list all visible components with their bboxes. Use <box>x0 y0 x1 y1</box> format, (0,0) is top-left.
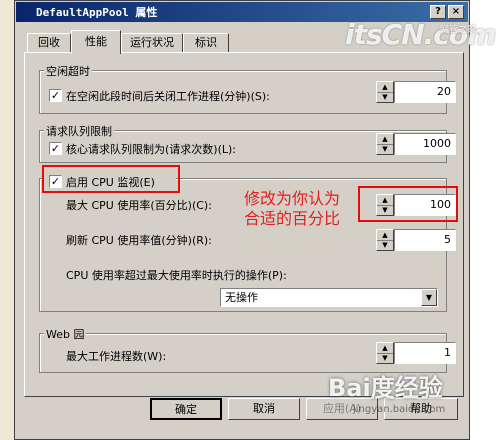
cancel-button[interactable]: 取消 <box>228 398 300 420</box>
help-button[interactable]: ? <box>430 5 446 19</box>
ok-button[interactable]: 确定 <box>150 398 222 420</box>
spinner-down-icon[interactable]: ▼ <box>377 240 393 250</box>
cpu-action-select[interactable]: 无操作 ▼ <box>220 288 438 307</box>
watermark-baidu: Bai度经验 <box>328 374 443 402</box>
spinner-down-icon[interactable]: ▼ <box>377 92 393 102</box>
idle-timeout-input[interactable]: 20 <box>394 81 456 103</box>
idle-timeout-group-label: 空闲超时 <box>44 63 92 79</box>
max-worker-processes-spinner[interactable]: ▲ ▼ <box>376 342 394 364</box>
spinner-down-icon[interactable]: ▼ <box>377 144 393 154</box>
cpu-action-label: CPU 使用率超过最大使用率时执行的操作(P): <box>66 269 287 282</box>
max-worker-processes-label: 最大工作进程数(W): <box>66 350 167 363</box>
cpu-action-value: 无操作 <box>225 291 258 304</box>
annotation-line-1: 修改为你认为 <box>244 189 341 208</box>
max-cpu-label: 最大 CPU 使用率(百分比)(C): <box>66 199 212 212</box>
watermark-site-sub: 网管之家 <box>440 25 477 35</box>
chevron-down-icon[interactable]: ▼ <box>421 289 437 306</box>
close-button[interactable]: × <box>448 5 464 19</box>
tab-identity[interactable]: 标识 <box>183 33 229 53</box>
web-garden-group-label: Web 园 <box>44 326 87 342</box>
refresh-cpu-label: 刷新 CPU 使用率值(分钟)(R): <box>66 234 212 247</box>
request-queue-checkbox[interactable]: ✓ <box>49 142 62 155</box>
request-queue-group-label: 请求队列限制 <box>44 123 114 139</box>
refresh-cpu-spinner[interactable]: ▲ ▼ <box>376 229 394 251</box>
desktop-background-right <box>468 0 500 440</box>
annotation-text: 修改为你认为 合适的百分比 <box>244 189 364 229</box>
window-title: DefaultAppPool 属性 <box>36 6 158 19</box>
request-queue-input[interactable]: 1000 <box>394 133 456 155</box>
annotation-line-2: 合适的百分比 <box>244 209 341 228</box>
tab-performance[interactable]: 性能 <box>71 30 121 54</box>
watermark-url: jingyan.baidu.com <box>353 404 446 415</box>
idle-timeout-label: 在空闲此段时间后关闭工作进程(分钟)(S): <box>66 90 270 103</box>
refresh-cpu-input[interactable]: 5 <box>394 229 456 251</box>
max-worker-processes-input[interactable]: 1 <box>394 342 456 364</box>
request-queue-label: 核心请求队列限制为(请求次数)(L): <box>66 143 236 156</box>
tab-recycle[interactable]: 回收 <box>27 33 71 53</box>
idle-timeout-checkbox[interactable]: ✓ <box>49 89 62 102</box>
highlight-box-max-cpu <box>358 186 458 222</box>
idle-timeout-spinner[interactable]: ▲ ▼ <box>376 81 394 103</box>
highlight-box-checkbox <box>42 165 180 193</box>
tab-health[interactable]: 运行状况 <box>121 33 183 53</box>
request-queue-spinner[interactable]: ▲ ▼ <box>376 133 394 155</box>
spinner-down-icon[interactable]: ▼ <box>377 353 393 363</box>
